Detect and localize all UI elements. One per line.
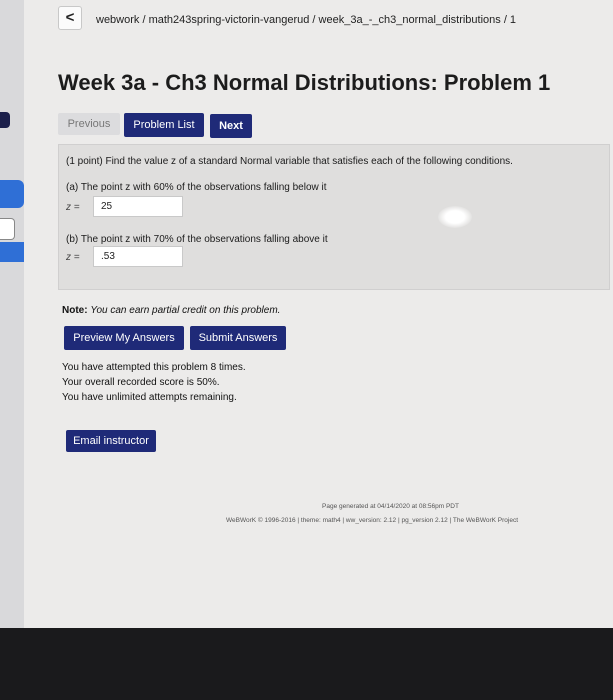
sidebar-fragment: [0, 180, 24, 208]
partial-credit-note: Note: You can earn partial credit on thi…: [62, 305, 280, 316]
email-instructor-button[interactable]: Email instructor: [66, 430, 156, 452]
problem-panel: (1 point) Find the value z of a standard…: [58, 144, 610, 290]
next-button[interactable]: Next: [210, 114, 252, 138]
sidebar-fragment: [0, 242, 24, 262]
sidebar-fragment: [0, 218, 15, 240]
note-text: You can earn partial credit on this prob…: [90, 305, 281, 316]
page-title: Week 3a - Ch3 Normal Distributions: Prob…: [58, 70, 551, 95]
footer-credits: WeBWorK © 1996-2016 | theme: math4 | ww_…: [226, 517, 519, 524]
screen-glare: [438, 206, 472, 228]
submit-answers-button[interactable]: Submit Answers: [190, 326, 286, 350]
remaining-status: You have unlimited attempts remaining.: [62, 392, 237, 403]
part-b-answer-field[interactable]: .53: [93, 246, 183, 267]
webwork-page: < webwork / math243spring-victorin-vange…: [0, 0, 613, 628]
part-b-z-label: z =: [66, 252, 80, 263]
previous-button[interactable]: Previous: [58, 113, 120, 135]
part-a-answer-field[interactable]: 25: [93, 196, 183, 217]
sidebar-fragment: [0, 112, 10, 128]
attempts-status: You have attempted this problem 8 times.: [62, 362, 246, 373]
score-status: Your overall recorded score is 50%.: [62, 377, 220, 388]
left-sidebar-edge: [0, 0, 24, 628]
part-b-prompt: (b) The point z with 70% of the observat…: [66, 234, 328, 245]
footer-generated: Page generated at 04/14/2020 at 08:56pm …: [322, 503, 459, 510]
problem-intro: (1 point) Find the value z of a standard…: [66, 156, 513, 167]
part-a-z-label: z =: [66, 202, 80, 213]
breadcrumb: webwork / math243spring-victorin-vangeru…: [96, 14, 517, 26]
preview-answers-button[interactable]: Preview My Answers: [64, 326, 184, 350]
part-a-prompt: (a) The point z with 60% of the observat…: [66, 182, 327, 193]
note-prefix: Note:: [62, 305, 88, 316]
problem-list-button[interactable]: Problem List: [124, 113, 204, 137]
back-button[interactable]: <: [58, 6, 82, 30]
